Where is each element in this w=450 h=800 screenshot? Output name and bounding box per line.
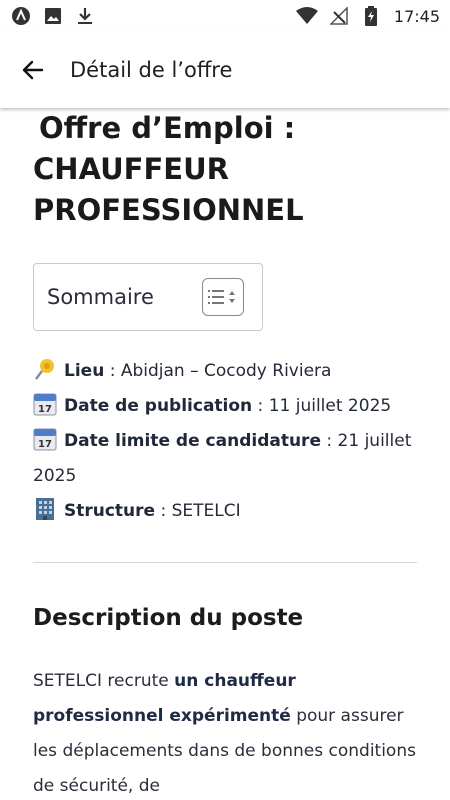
meta-row-deadline: 17 Date limite de candidature : 21 juill… bbox=[33, 424, 423, 494]
toc-toggle-button[interactable] bbox=[202, 278, 244, 316]
app-bar: Détail de l’offre bbox=[0, 32, 450, 108]
calendar-icon: 17 bbox=[33, 392, 57, 416]
page-title: Détail de l’offre bbox=[70, 58, 233, 82]
download-icon bbox=[74, 5, 96, 27]
svg-text:17: 17 bbox=[38, 404, 52, 415]
pin-icon bbox=[33, 357, 57, 381]
meta-label: Date limite de candidature bbox=[64, 431, 321, 451]
table-of-contents[interactable]: Sommaire bbox=[33, 263, 263, 331]
meta-label: Structure bbox=[64, 501, 156, 521]
status-time: 17:45 bbox=[393, 6, 440, 26]
toc-label: Sommaire bbox=[47, 285, 154, 309]
battery-charging-icon bbox=[360, 5, 382, 27]
status-bar: 17:45 bbox=[0, 0, 450, 32]
meta-row-publication-date: 17 Date de publication : 11 juillet 2025 bbox=[33, 389, 423, 424]
svg-text:17: 17 bbox=[38, 439, 52, 450]
meta-label: Lieu bbox=[64, 361, 105, 381]
list-toggle-icon bbox=[208, 290, 235, 304]
divider bbox=[33, 562, 417, 563]
section-title-description: Description du poste bbox=[33, 605, 304, 631]
offer-title-line-1: Offre d’Emploi : bbox=[39, 111, 296, 145]
calendar-icon: 17 bbox=[33, 427, 57, 451]
meta-row-location: Lieu : Abidjan – Cocody Riviera bbox=[33, 354, 423, 389]
meta-value: SETELCI bbox=[171, 501, 241, 521]
offer-content: Offre d’Emploi : CHAUFFEUR PROFESSIONNEL S… bbox=[0, 108, 450, 800]
app-notification-icon bbox=[10, 5, 32, 27]
meta-value: Abidjan – Cocody Riviera bbox=[120, 361, 332, 381]
no-signal-icon bbox=[328, 5, 350, 27]
offer-meta: Lieu : Abidjan – Cocody Riviera 17 Date … bbox=[33, 354, 423, 529]
offer-title: Offre d’Emploi : CHAUFFEUR PROFESSIONNEL bbox=[33, 108, 433, 231]
wifi-icon bbox=[295, 5, 318, 27]
offer-title-line-2: CHAUFFEUR bbox=[33, 152, 229, 186]
job-description: SETELCI recrute un chauffeur professionn… bbox=[33, 671, 416, 796]
meta-label: Date de publication bbox=[64, 396, 253, 416]
offer-title-line-3: PROFESSIONNEL bbox=[33, 193, 304, 227]
building-icon bbox=[33, 497, 57, 521]
image-icon bbox=[42, 5, 64, 27]
back-button[interactable] bbox=[18, 55, 48, 85]
meta-row-structure: Structure : SETELCI bbox=[33, 494, 423, 529]
status-bar-left bbox=[10, 5, 96, 27]
status-bar-right: 17:45 bbox=[295, 5, 440, 27]
meta-value: 11 juillet 2025 bbox=[268, 396, 392, 416]
arrow-back-icon bbox=[22, 60, 44, 80]
